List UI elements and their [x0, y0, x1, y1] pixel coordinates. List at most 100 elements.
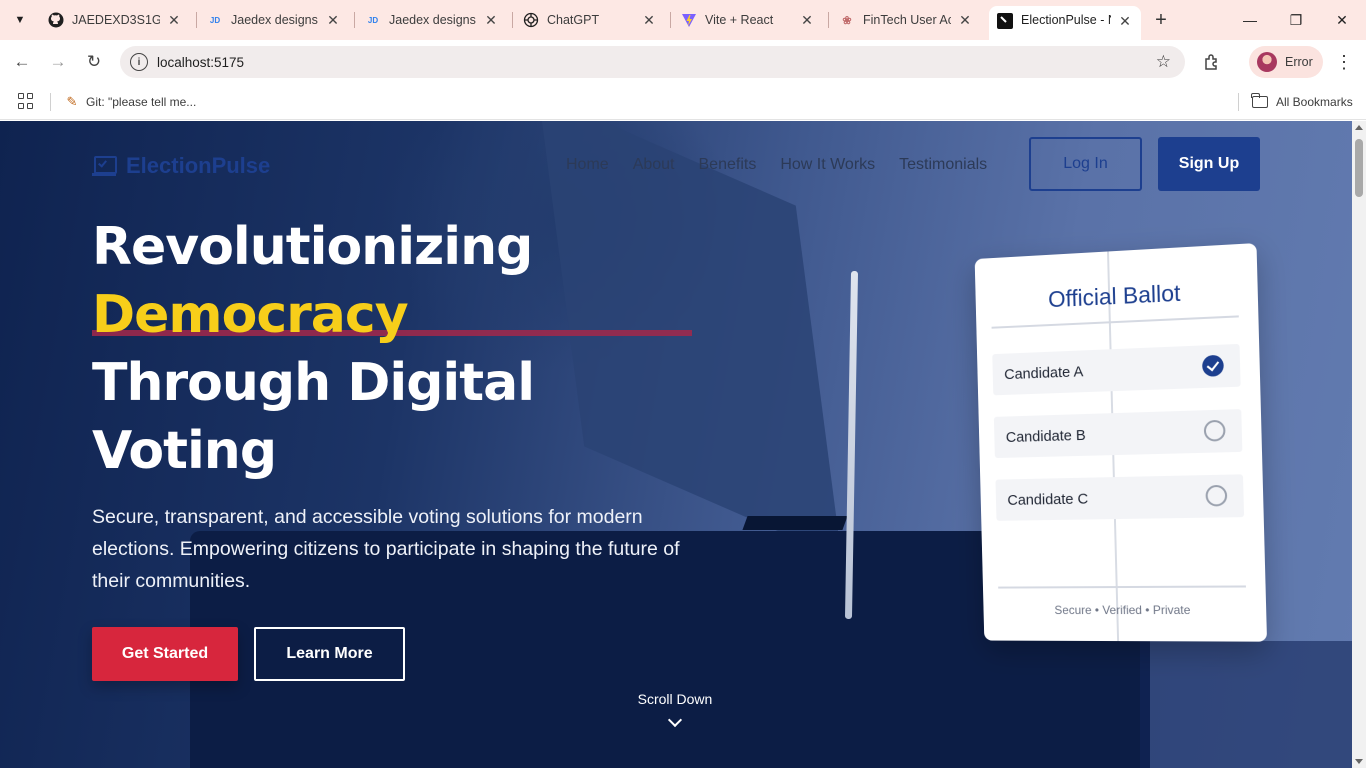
tab-vite[interactable]: Vite + React ✕: [673, 6, 823, 34]
candidate-name: Candidate C: [1007, 490, 1089, 509]
back-button[interactable]: ←: [10, 50, 34, 74]
jd-icon: JD: [209, 15, 221, 25]
all-bookmarks-label: All Bookmarks: [1276, 95, 1353, 109]
tab-title: FinTech User Acc: [863, 13, 951, 27]
tab-chatgpt[interactable]: ChatGPT ✕: [515, 6, 665, 34]
close-icon[interactable]: ✕: [957, 12, 973, 28]
forward-button[interactable]: →: [46, 50, 70, 74]
apps-grid-icon[interactable]: [18, 93, 34, 109]
page-scrollbar[interactable]: [1352, 121, 1366, 768]
electionpulse-icon: [997, 13, 1013, 29]
brand-name: ElectionPulse: [126, 153, 271, 178]
close-icon[interactable]: ✕: [325, 12, 341, 28]
folder-icon: [1251, 93, 1268, 108]
radio-icon[interactable]: [1203, 419, 1226, 442]
browser-menu-icon[interactable]: ⋮: [1333, 50, 1355, 74]
brand-logo[interactable]: ElectionPulse: [92, 153, 270, 179]
hero-photo-shadow: [1140, 641, 1352, 768]
get-started-button[interactable]: Get Started: [92, 627, 238, 681]
restore-button[interactable]: ❐: [1284, 8, 1308, 32]
ballot-divider: [998, 585, 1246, 589]
headline-line-3: Through Digital: [92, 353, 535, 413]
git-bookmark-icon: ✎: [66, 94, 78, 109]
headline-accent: Democracy: [92, 285, 409, 345]
extensions-icon[interactable]: [1200, 50, 1224, 74]
tab-title: ChatGPT: [547, 13, 600, 27]
profile-status: Error: [1285, 55, 1313, 69]
radio-icon[interactable]: [1205, 484, 1228, 507]
close-icon[interactable]: ✕: [166, 12, 182, 28]
tab-jaedex-2[interactable]: JD Jaedex designs ✕: [357, 6, 507, 34]
tab-search-button[interactable]: ▼: [8, 8, 32, 32]
hero-photo-box-slot: [742, 516, 848, 530]
fintech-icon: ❀: [842, 14, 852, 27]
tab-jaedex-1[interactable]: JD Jaedex designs ✕: [199, 6, 349, 34]
bookmark-star-icon[interactable]: ☆: [1156, 52, 1171, 72]
tab-fintech[interactable]: ❀ FinTech User Acc ✕: [831, 6, 981, 34]
login-button[interactable]: Log In: [1029, 137, 1142, 191]
scroll-down-hint[interactable]: Scroll Down: [615, 691, 735, 728]
tab-divider: [670, 12, 671, 28]
url-text: localhost:5175: [157, 54, 245, 70]
tab-github[interactable]: JAEDEXD3S1GN ✕: [40, 6, 190, 34]
scroll-down-arrow-icon[interactable]: [1355, 759, 1363, 764]
ballot-divider: [991, 315, 1239, 329]
tab-title: Jaedex designs: [389, 13, 476, 27]
candidate-option-b[interactable]: Candidate B: [993, 409, 1243, 459]
bookmark-divider: [1238, 93, 1239, 111]
jd-icon: JD: [367, 15, 379, 25]
tab-electionpulse[interactable]: ElectionPulse - N ✕: [989, 6, 1141, 40]
bookmark-divider: [50, 93, 51, 111]
scroll-up-arrow-icon[interactable]: [1355, 125, 1363, 130]
vote-monitor-icon: [92, 156, 117, 176]
hero-headline: Revolutionizing Democracy Through Digita…: [92, 213, 535, 485]
nav-link-home[interactable]: Home: [566, 156, 609, 174]
chevron-down-icon: [667, 712, 683, 728]
tab-divider: [828, 12, 829, 28]
avatar: [1257, 52, 1277, 72]
bookmark-git[interactable]: ✎ Git: "please tell me...: [64, 92, 197, 112]
nav-link-how-it-works[interactable]: How It Works: [780, 156, 875, 174]
learn-more-button[interactable]: Learn More: [254, 627, 405, 681]
candidate-option-c[interactable]: Candidate C: [995, 474, 1245, 521]
headline-line-4: Voting: [92, 421, 277, 481]
close-icon[interactable]: ✕: [483, 12, 499, 28]
github-icon: [48, 12, 64, 28]
browser-toolbar: ← → ↻ i localhost:5175 ☆ Error ⋮: [0, 40, 1366, 84]
close-window-button[interactable]: ✕: [1330, 8, 1354, 32]
candidate-name: Candidate A: [1004, 362, 1084, 383]
scroll-down-label: Scroll Down: [637, 691, 713, 707]
profile-button[interactable]: Error: [1249, 46, 1323, 78]
tab-title: Jaedex designs: [231, 13, 318, 27]
bookmarks-bar: ✎ Git: "please tell me... All Bookmarks: [0, 84, 1366, 120]
site-info-icon[interactable]: i: [130, 53, 148, 71]
checked-radio-icon[interactable]: [1201, 354, 1224, 377]
ballot-title: Official Ballot: [1047, 279, 1181, 313]
tab-title: JAEDEXD3S1GN: [72, 13, 160, 27]
nav-link-benefits[interactable]: Benefits: [699, 156, 757, 174]
tab-strip: ▼ JAEDEXD3S1GN ✕ JD Jaedex designs ✕ JD …: [0, 0, 1366, 40]
minimize-button[interactable]: —: [1238, 8, 1262, 32]
signup-button[interactable]: Sign Up: [1158, 137, 1260, 191]
nav-link-testimonials[interactable]: Testimonials: [899, 156, 987, 174]
headline-line-1: Revolutionizing: [92, 217, 533, 277]
chatgpt-icon: [523, 12, 539, 28]
scroll-thumb[interactable]: [1355, 139, 1363, 197]
close-icon[interactable]: ✕: [1117, 13, 1133, 29]
tab-divider: [196, 12, 197, 28]
nav-link-about[interactable]: About: [633, 156, 675, 174]
close-icon[interactable]: ✕: [641, 12, 657, 28]
tab-title: Vite + React: [705, 13, 774, 27]
hero-section: ElectionPulse Home About Benefits How It…: [0, 121, 1352, 768]
ballot-card: Official Ballot Candidate A Candidate B …: [974, 243, 1268, 642]
candidate-name: Candidate B: [1005, 426, 1086, 446]
bookmark-label: Git: "please tell me...: [86, 95, 197, 109]
close-icon[interactable]: ✕: [799, 12, 815, 28]
candidate-option-a[interactable]: Candidate A: [992, 343, 1241, 396]
reload-button[interactable]: ↻: [82, 50, 106, 74]
all-bookmarks-button[interactable]: All Bookmarks: [1251, 92, 1353, 112]
ballot-footer: Secure • Verified • Private: [1054, 602, 1191, 618]
tab-divider: [354, 12, 355, 28]
new-tab-button[interactable]: +: [1150, 9, 1172, 31]
address-bar[interactable]: i localhost:5175 ☆: [120, 46, 1185, 78]
